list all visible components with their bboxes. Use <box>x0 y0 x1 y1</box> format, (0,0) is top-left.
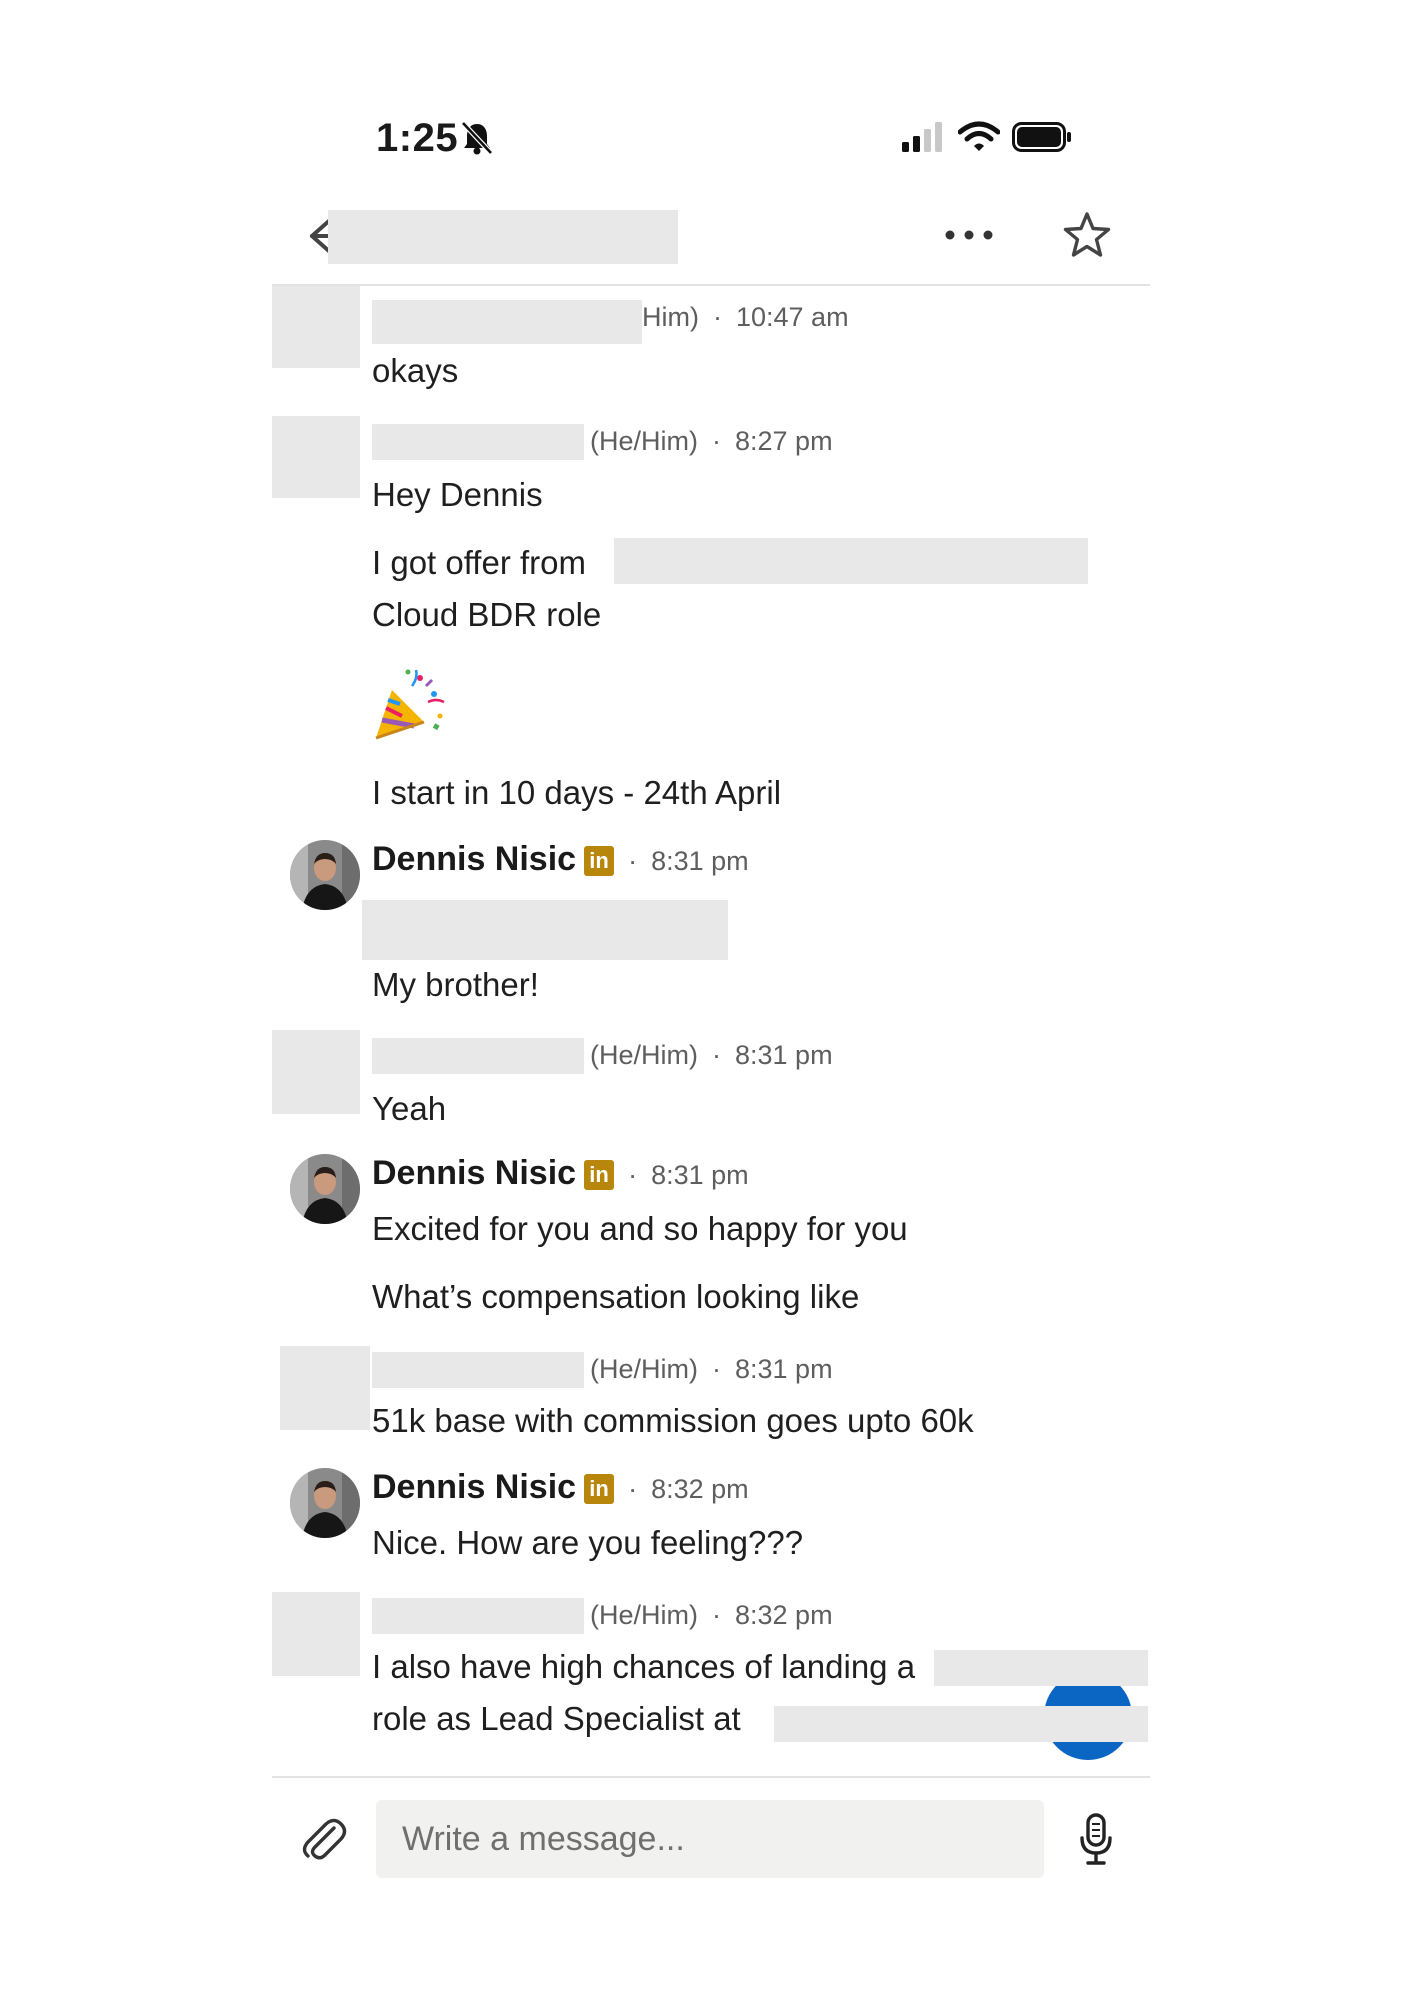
sender-row: Dennis Nisic in · 8:32 pm <box>372 1468 749 1507</box>
company-name-redacted <box>934 1650 1148 1686</box>
message-text: Nice. How are you feeling??? <box>372 1524 804 1561</box>
message-composer[interactable] <box>376 1800 1044 1878</box>
avatar-redacted <box>272 1592 360 1676</box>
message-text: okays <box>372 352 459 389</box>
battery-icon <box>1012 122 1071 152</box>
sender-row: Dennis Nisic in · 8:31 pm <box>372 1154 749 1193</box>
message-meta: (He/Him) · 8:32 pm <box>590 1600 833 1630</box>
more-options-icon[interactable] <box>944 222 994 248</box>
message-text: Yeah <box>372 1090 447 1127</box>
message-input[interactable] <box>400 1818 1020 1860</box>
message-meta: (He/Him) · 8:31 pm <box>590 1354 833 1384</box>
bell-muted-icon <box>461 121 493 155</box>
linkedin-badge-icon: in <box>584 1160 615 1190</box>
paperclip-icon[interactable] <box>298 1814 348 1864</box>
avatar[interactable] <box>290 1154 360 1224</box>
message-text: I got offer from <box>372 544 586 581</box>
star-icon[interactable] <box>1062 210 1112 260</box>
sender-name[interactable]: Dennis Nisic <box>372 1154 576 1192</box>
message-meta: (He/Him) · 8:27 pm <box>590 426 833 456</box>
avatar-redacted <box>272 416 360 498</box>
company-name-redacted <box>774 1706 1148 1742</box>
status-time: 1:25 <box>376 116 459 160</box>
message-text: I start in 10 days - 24th April <box>372 774 782 811</box>
microphone-icon[interactable] <box>1078 1812 1114 1866</box>
attachment-redacted <box>362 900 728 960</box>
message-text: Cloud BDR role <box>372 596 602 633</box>
avatar[interactable] <box>290 840 360 910</box>
sender-row: Dennis Nisic in · 8:31 pm <box>372 840 749 879</box>
message-text: role as Lead Specialist at <box>372 1700 741 1737</box>
message-text: My brother! <box>372 966 539 1003</box>
header-divider <box>272 284 1150 286</box>
sender-name-redacted <box>372 300 642 344</box>
message-meta: Him) · 10:47 am <box>642 302 849 332</box>
signal-icon <box>902 122 942 152</box>
message-meta: (He/Him) · 8:31 pm <box>590 1040 833 1070</box>
message-text: Hey Dennis <box>372 476 543 513</box>
company-name-redacted <box>614 538 1088 584</box>
linkedin-badge-icon: in <box>584 846 615 876</box>
message-meta: · 8:31 pm <box>628 846 749 876</box>
avatar-redacted <box>272 286 360 368</box>
linkedin-badge-icon: in <box>584 1474 615 1504</box>
avatar[interactable] <box>290 1468 360 1538</box>
avatar-redacted <box>280 1346 370 1430</box>
conversation-title-redacted <box>328 210 678 264</box>
avatar-photo <box>290 1468 360 1538</box>
sender-name-redacted <box>372 1598 584 1634</box>
sender-name-redacted <box>372 1352 584 1388</box>
message-text: I also have high chances of landing a <box>372 1648 916 1685</box>
wifi-icon <box>958 121 1000 151</box>
message-text: 51k base with commission goes upto 60k <box>372 1402 974 1439</box>
message-meta: · 8:32 pm <box>628 1474 749 1504</box>
message-text: What’s compensation looking like <box>372 1278 860 1315</box>
composer-divider <box>272 1776 1150 1778</box>
message-meta: · 8:31 pm <box>628 1160 749 1190</box>
sender-name[interactable]: Dennis Nisic <box>372 1468 576 1506</box>
avatar-photo <box>290 840 360 910</box>
sender-name-redacted <box>372 1038 584 1074</box>
avatar-photo <box>290 1154 360 1224</box>
party-popper-icon <box>375 669 445 740</box>
avatar-redacted <box>272 1030 360 1114</box>
message-text: Excited for you and so happy for you <box>372 1210 908 1247</box>
sender-name-redacted <box>372 424 584 460</box>
sender-name[interactable]: Dennis Nisic <box>372 840 576 878</box>
